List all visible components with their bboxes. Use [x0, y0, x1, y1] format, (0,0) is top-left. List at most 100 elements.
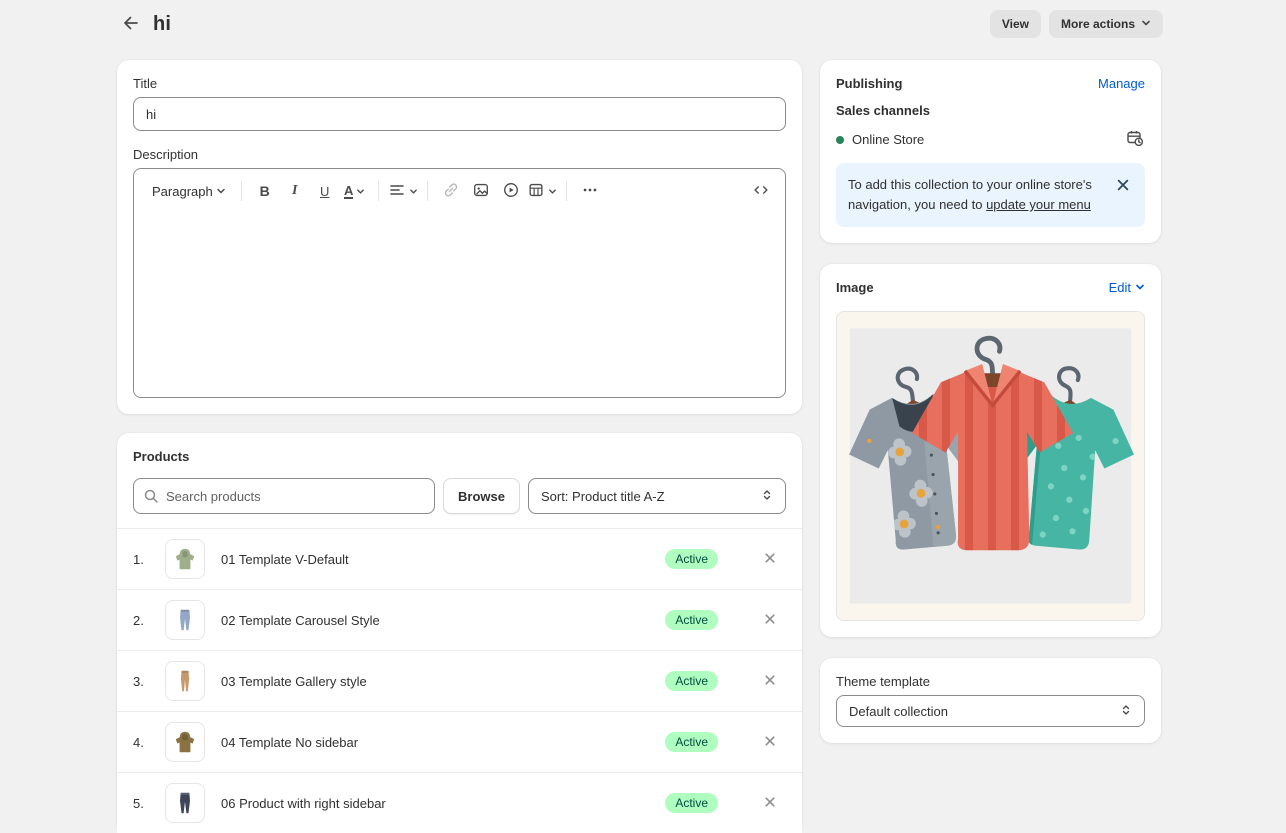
status-badge: Active: [665, 793, 718, 813]
status-badge: Active: [665, 610, 718, 630]
title-input[interactable]: [133, 97, 786, 131]
close-icon: [1115, 181, 1131, 196]
close-icon: [763, 612, 777, 629]
show-html-button[interactable]: [747, 177, 775, 205]
description-textarea[interactable]: [134, 211, 785, 393]
update-your-menu-link[interactable]: update your menu: [986, 197, 1091, 212]
back-button[interactable]: [117, 10, 145, 38]
edit-image-link[interactable]: Edit: [1109, 280, 1145, 295]
table-icon: [527, 181, 545, 202]
image-heading: Image: [836, 280, 874, 295]
bold-button[interactable]: B: [251, 177, 279, 205]
text-alignment-icon: [388, 181, 406, 202]
close-icon: [763, 734, 777, 751]
editor-toolbar: Paragraph B I U A: [134, 169, 785, 211]
remove-product-button[interactable]: [756, 789, 784, 817]
horizontal-dots-icon: [581, 181, 599, 202]
product-row[interactable]: 4. 04 Template No sidebar Active: [117, 711, 802, 772]
chevron-down-icon: [216, 184, 226, 199]
schedule-calendar-clock-icon[interactable]: [1125, 128, 1145, 151]
publishing-heading: Publishing: [836, 76, 902, 91]
select-updown-icon: [761, 489, 773, 504]
close-icon: [763, 673, 777, 690]
description-editor: Paragraph B I U A: [133, 168, 786, 398]
view-button[interactable]: View: [990, 10, 1041, 38]
product-title: 03 Template Gallery style: [221, 674, 665, 689]
title-label: Title: [133, 76, 786, 91]
product-thumbnail-blue-jeans: [165, 600, 205, 640]
product-thumbnail-dark-jeans: [165, 783, 205, 823]
italic-icon: I: [292, 183, 297, 199]
product-thumbnail-brown-hoodie: [165, 722, 205, 762]
remove-product-button[interactable]: [756, 667, 784, 695]
sales-channels-label: Sales channels: [836, 103, 1145, 118]
product-title: 01 Template V-Default: [221, 552, 665, 567]
remove-product-button[interactable]: [756, 545, 784, 573]
page-title: hi: [153, 13, 171, 36]
publishing-card: Publishing Manage Sales channels Online …: [820, 60, 1161, 243]
alignment-button[interactable]: [388, 177, 418, 205]
close-icon: [763, 551, 777, 568]
more-actions-button[interactable]: More actions: [1049, 10, 1163, 38]
theme-template-select[interactable]: Default collection: [836, 695, 1145, 727]
product-title: 06 Product with right sidebar: [221, 796, 665, 811]
chevron-down-icon: [1135, 280, 1145, 295]
insert-table-button[interactable]: [527, 177, 557, 205]
product-row[interactable]: 2. 02 Template Carousel Style Active: [117, 589, 802, 650]
product-thumbnail-green-hoodie: [165, 539, 205, 579]
insert-link-button[interactable]: [437, 177, 465, 205]
code-icon: [752, 181, 770, 202]
sort-products-select[interactable]: Sort: Product title A-Z: [528, 478, 786, 514]
status-badge: Active: [665, 732, 718, 752]
row-index: 3.: [133, 674, 157, 689]
product-row[interactable]: 1. 01 Template V-Default Active: [117, 528, 802, 589]
page-header: hi View More actions: [0, 0, 1286, 48]
text-color-icon: A: [344, 184, 353, 199]
row-index: 2.: [133, 613, 157, 628]
title-card: Title Description Paragraph B I U: [117, 60, 802, 414]
row-index: 4.: [133, 735, 157, 750]
remove-product-button[interactable]: [756, 606, 784, 634]
products-heading: Products: [133, 449, 786, 464]
browse-button[interactable]: Browse: [443, 478, 520, 514]
manage-publishing-link[interactable]: Manage: [1098, 76, 1145, 91]
channel-name: Online Store: [852, 132, 924, 147]
close-icon: [763, 795, 777, 812]
toolbar-separator: [241, 181, 242, 201]
status-badge: Active: [665, 549, 718, 569]
chevron-down-icon: [1141, 17, 1151, 31]
italic-button[interactable]: I: [281, 177, 309, 205]
row-index: 5.: [133, 796, 157, 811]
collection-image-shirts-on-hangers[interactable]: [836, 311, 1145, 621]
sales-channel-row: Online Store: [836, 128, 1145, 151]
theme-template-card: Theme template Default collection: [820, 658, 1161, 743]
bold-icon: B: [260, 183, 270, 199]
insert-image-button[interactable]: [467, 177, 495, 205]
image-card: Image Edit: [820, 264, 1161, 637]
arrow-left-icon: [121, 13, 141, 36]
dismiss-banner-button[interactable]: [1113, 175, 1133, 198]
product-title: 02 Template Carousel Style: [221, 613, 665, 628]
toolbar-separator: [427, 181, 428, 201]
link-icon: [442, 181, 460, 202]
product-list: 1. 01 Template V-Default Active 2. 0: [117, 528, 802, 833]
product-row[interactable]: 3. 03 Template Gallery style Active: [117, 650, 802, 711]
product-thumbnail-tan-pants: [165, 661, 205, 701]
underline-button[interactable]: U: [311, 177, 339, 205]
chevron-down-icon: [548, 184, 557, 199]
product-row[interactable]: 5. 06 Product with right sidebar Active: [117, 772, 802, 833]
toolbar-separator: [566, 181, 567, 201]
text-color-button[interactable]: A: [341, 177, 369, 205]
search-products-input[interactable]: [133, 478, 435, 514]
row-index: 1.: [133, 552, 157, 567]
channel-status-dot: [836, 136, 844, 144]
remove-product-button[interactable]: [756, 728, 784, 756]
underline-icon: U: [320, 184, 329, 199]
chevron-down-icon: [356, 184, 365, 199]
insert-video-button[interactable]: [497, 177, 525, 205]
play-circle-icon: [502, 181, 520, 202]
theme-template-label: Theme template: [836, 674, 1145, 689]
toolbar-separator: [378, 181, 379, 201]
paragraph-style-dropdown[interactable]: Paragraph: [146, 177, 232, 205]
more-formatting-button[interactable]: [576, 177, 604, 205]
